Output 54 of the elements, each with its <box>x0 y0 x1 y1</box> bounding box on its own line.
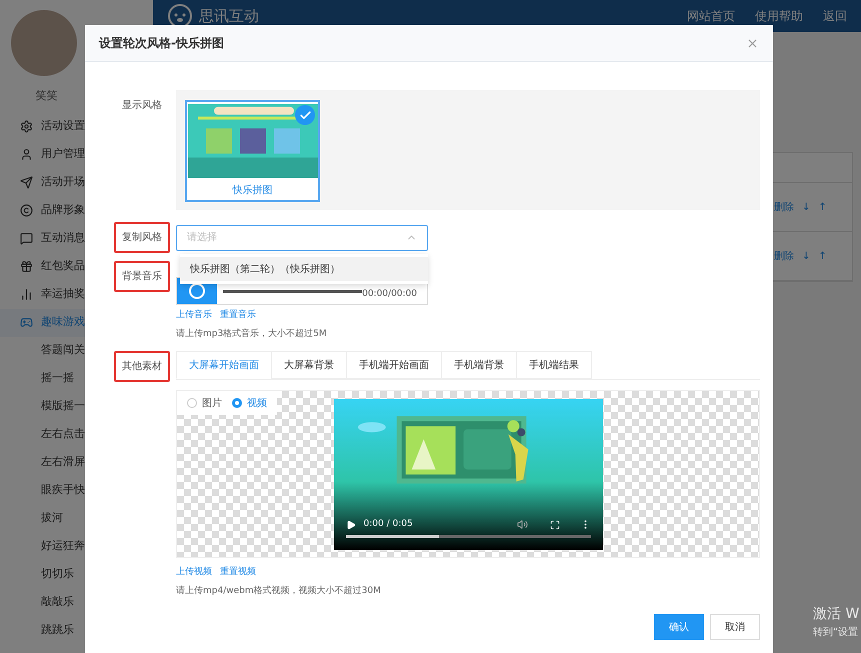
close-icon[interactable] <box>746 36 759 50</box>
upload-link[interactable]: 重置视频 <box>220 566 256 580</box>
nav-link[interactable]: 网站首页 <box>687 7 735 25</box>
upload-link[interactable]: 上传视频 <box>176 566 212 580</box>
sidebar-item[interactable]: 活动设置 <box>0 112 153 140</box>
paper-plane-icon <box>20 176 33 189</box>
gamepad-icon <box>20 316 33 329</box>
user-name: 笑笑 <box>36 88 58 104</box>
cancel-button[interactable]: 取消 <box>710 614 760 640</box>
hint-text: 请上传mp3格式音乐，大小不超过5M <box>176 328 328 340</box>
row-action-link[interactable]: ↑ <box>818 200 827 214</box>
sidebar-item[interactable]: 用户管理 <box>0 140 153 168</box>
activation-hint: 转到“设置 <box>813 626 860 640</box>
activation-notice: 激活 W <box>813 605 860 624</box>
tab[interactable]: 手机端结果 <box>516 351 592 379</box>
row-action-link[interactable]: ↓ <box>802 200 810 214</box>
volume-icon[interactable] <box>516 519 528 530</box>
chat-icon <box>20 232 33 245</box>
user-icon <box>20 148 33 161</box>
nav-link[interactable]: 使用帮助 <box>755 7 803 25</box>
sidebar-item[interactable]: 品牌形象 <box>0 196 153 224</box>
modal-title: 设置轮次风格-快乐拼图 <box>99 35 225 52</box>
form-label: 其他素材 <box>114 351 170 382</box>
sidebar-item[interactable]: 活动开场 <box>0 168 153 196</box>
form-label: 复制风格 <box>114 222 170 253</box>
tab[interactable]: 大屏幕背景 <box>271 351 347 379</box>
tab[interactable]: 手机端背景 <box>441 351 517 379</box>
tab[interactable]: 手机端开始画面 <box>346 351 442 379</box>
audio-time: 00:00/00:00 <box>362 288 417 300</box>
copyright-icon <box>20 204 33 217</box>
bar-chart-icon <box>20 288 33 301</box>
row-action-link[interactable]: 删除 <box>774 248 794 264</box>
media-radio[interactable]: 图片 <box>187 396 222 410</box>
row-action-link[interactable]: ↓ <box>802 248 810 264</box>
dropdown-option[interactable]: 快乐拼图（第二轮）（快乐拼图） <box>180 257 428 281</box>
tab[interactable]: 大屏幕开始画面 <box>176 351 272 379</box>
confirm-button[interactable]: 确认 <box>654 614 704 640</box>
logo-text: 思讯互动 <box>199 6 259 27</box>
play-icon[interactable] <box>346 520 356 530</box>
row-action-link[interactable]: 删除 <box>774 200 794 214</box>
media-radio[interactable]: 视频 <box>232 396 267 410</box>
fullscreen-icon[interactable] <box>550 520 560 530</box>
video-progress[interactable] <box>346 534 590 538</box>
gift-icon <box>20 260 33 273</box>
style-card[interactable]: 快乐拼图 <box>185 100 320 202</box>
form-label: 背景音乐 <box>114 261 170 292</box>
hint-text: 请上传mp4/webm格式视频，视频大小不超过30M <box>176 584 382 598</box>
nav-link[interactable]: 返回 <box>823 7 847 25</box>
row-action-link[interactable]: ↑ <box>818 248 827 264</box>
upload-link[interactable]: 上传音乐 <box>176 309 212 322</box>
upload-link[interactable]: 重置音乐 <box>220 309 256 322</box>
form-label: 显示风格 <box>121 98 163 113</box>
video-time: 0:00 / 0:05 <box>364 518 413 531</box>
gear-icon <box>20 120 33 133</box>
